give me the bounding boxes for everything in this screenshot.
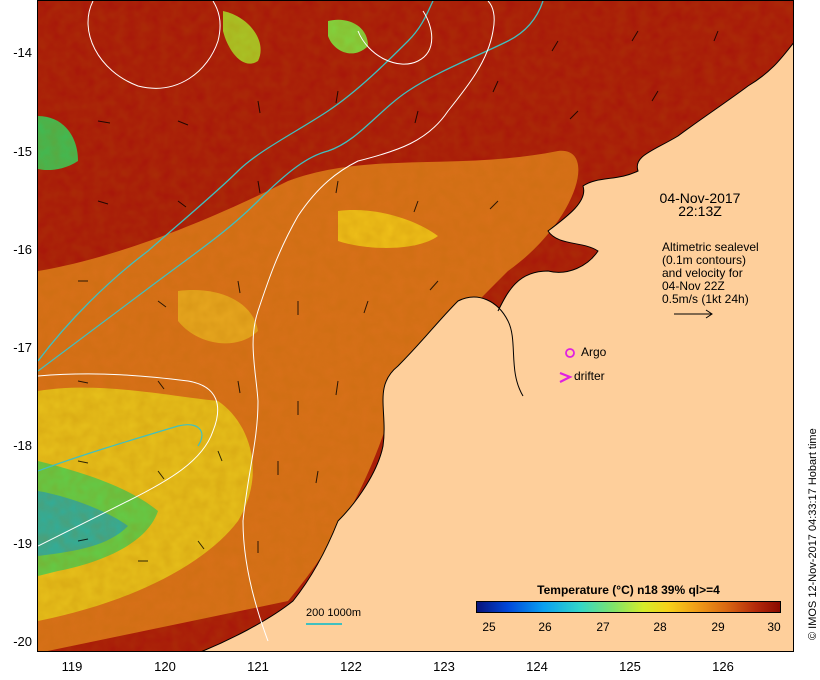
- lat-tick-16: -16: [13, 242, 32, 257]
- lat-tick-18: -18: [13, 438, 32, 453]
- temperature-colorbar: [476, 601, 781, 613]
- colorbar-tick: 28: [653, 620, 667, 634]
- lat-tick-17: -17: [13, 340, 32, 355]
- sst-map: [38, 1, 793, 651]
- colorbar-title: Temperature (°C) n18 39% ql>=4: [537, 583, 720, 597]
- lon-tick-121: 121: [247, 659, 269, 674]
- lon-tick-125: 125: [619, 659, 641, 674]
- lon-tick-124: 124: [526, 659, 548, 674]
- colorbar-tick: 30: [767, 620, 781, 634]
- argo-legend-label: Argo: [581, 345, 607, 359]
- colorbar-tick: 29: [711, 620, 725, 634]
- time-text: 22:13Z: [678, 203, 722, 219]
- annotation-line: 0.5m/s (1kt 24h): [662, 292, 749, 306]
- lon-tick-120: 120: [154, 659, 176, 674]
- map-frame: [37, 0, 794, 652]
- credit-text: © IMOS 12-Nov-2017 04:33:17 Hobart time: [807, 428, 819, 640]
- bathymetry-legend-label: 200 1000m: [306, 607, 362, 619]
- lon-tick-122: 122: [340, 659, 362, 674]
- date-label: 04-Nov-2017 22:13Z: [645, 191, 755, 219]
- lat-tick-20: -20: [13, 634, 32, 649]
- drifter-legend-label: drifter: [574, 369, 605, 383]
- bathymetry-legend-swatch: [306, 623, 342, 625]
- altimetry-annotation: Altimetric sealevel (0.1m contours) and …: [662, 241, 759, 306]
- lat-tick-15: -15: [13, 144, 32, 159]
- lat-tick-19: -19: [13, 536, 32, 551]
- lon-tick-119: 119: [61, 659, 83, 674]
- lat-tick-14: -14: [13, 45, 32, 60]
- lon-tick-126: 126: [712, 659, 734, 674]
- colorbar-tick: 27: [596, 620, 610, 634]
- colorbar-tick: 26: [538, 620, 552, 634]
- colorbar-tick: 25: [482, 620, 496, 634]
- lon-tick-123: 123: [433, 659, 455, 674]
